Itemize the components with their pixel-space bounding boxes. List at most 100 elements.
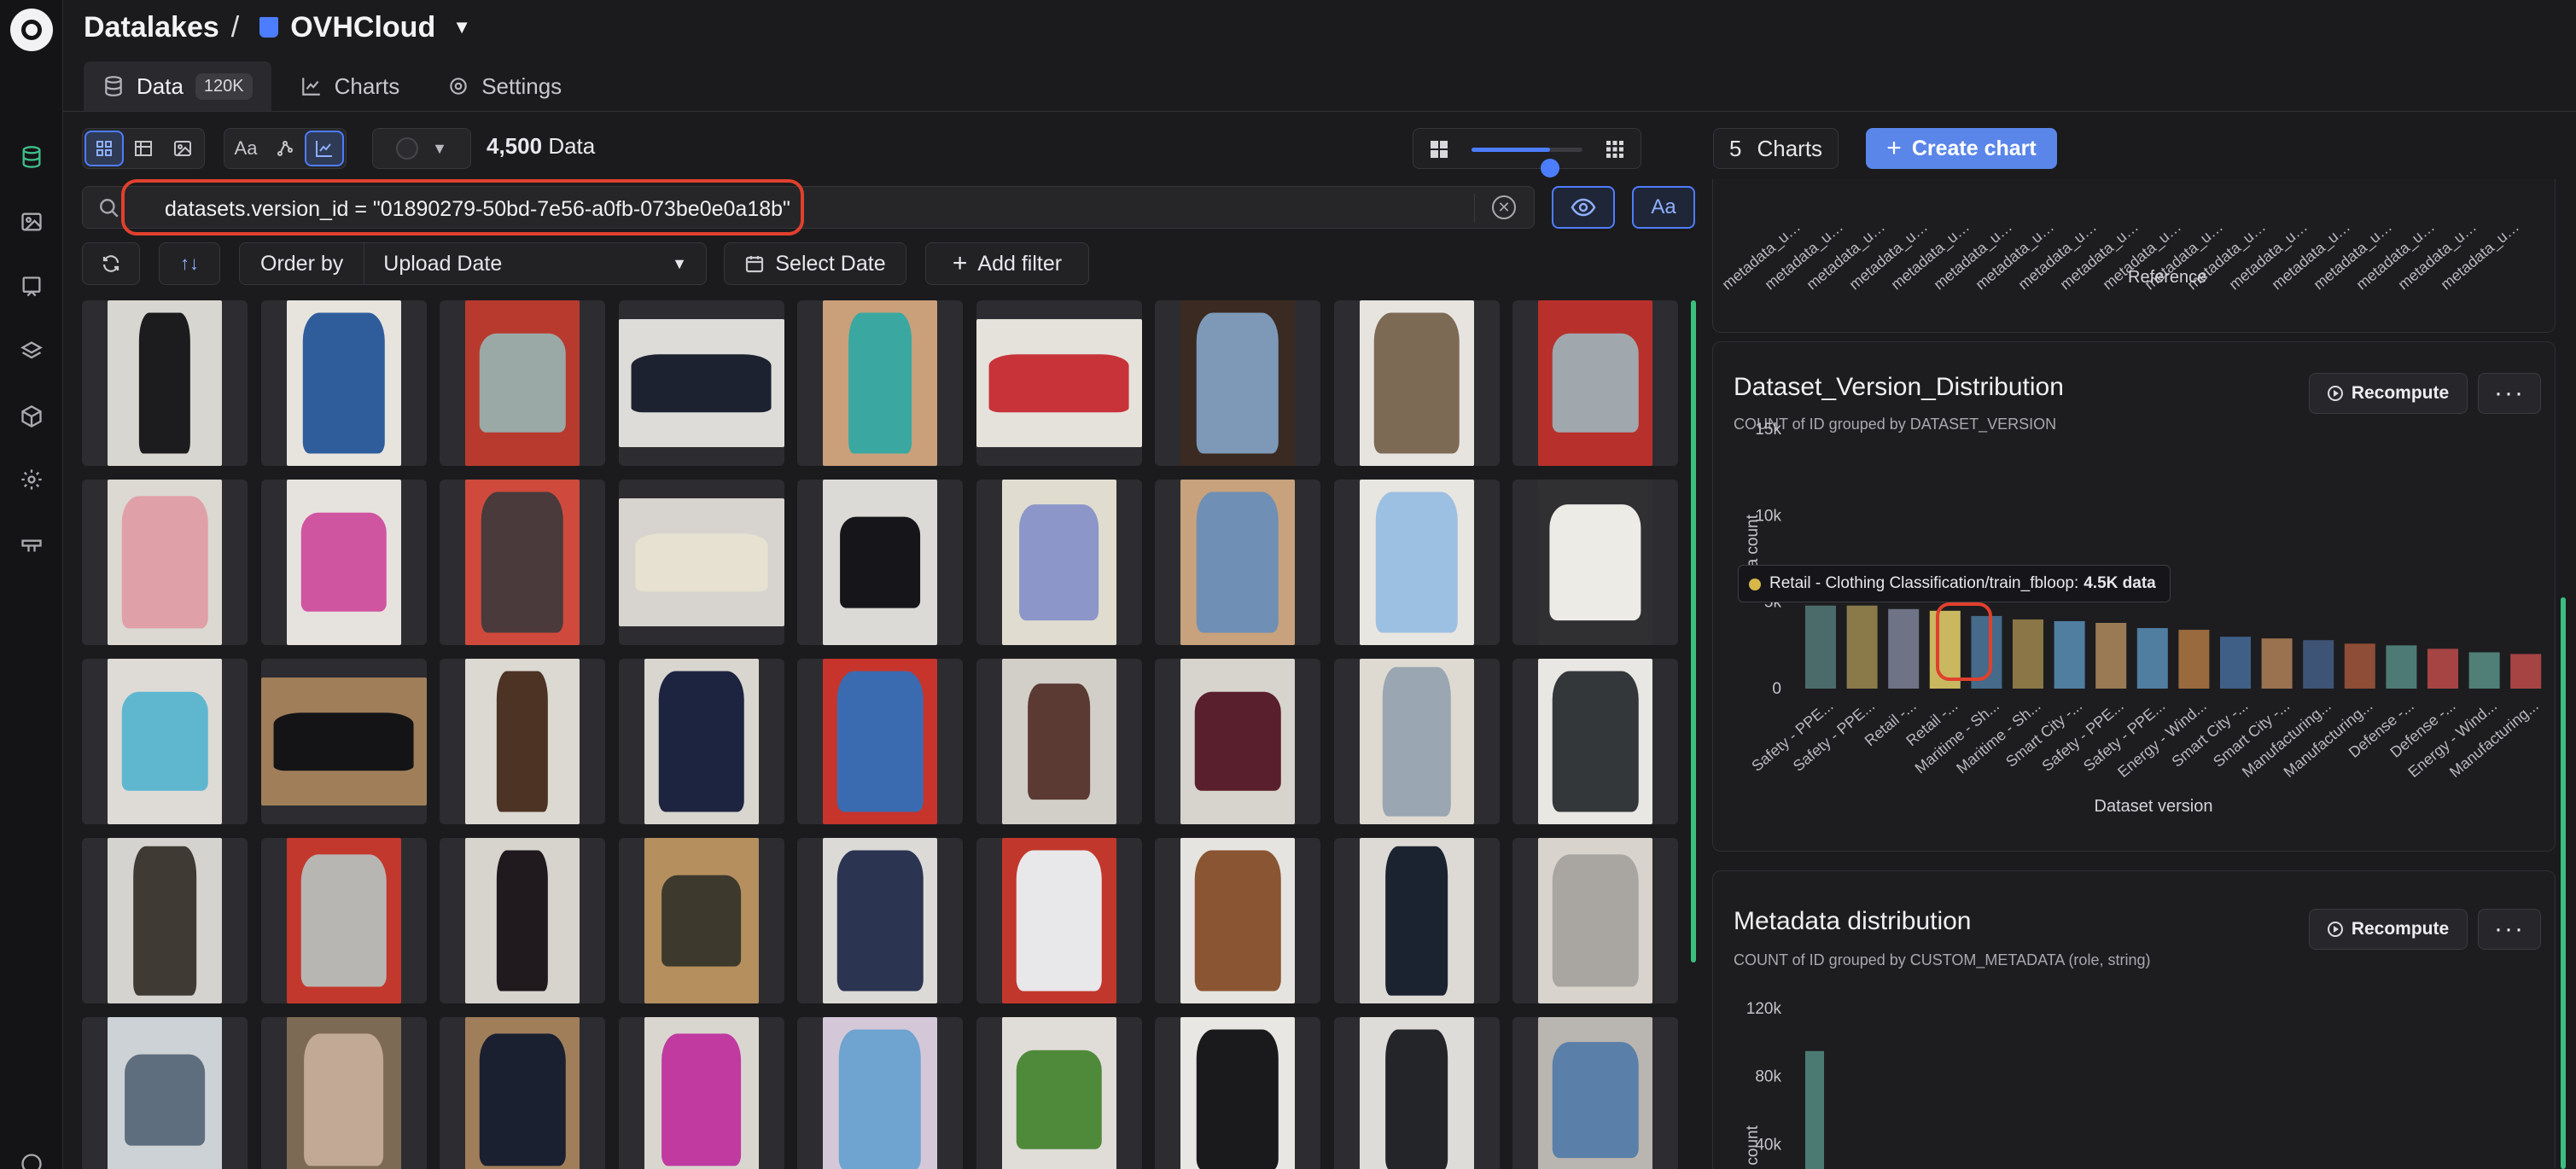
gallery-thumbnail[interactable] bbox=[1512, 1017, 1678, 1169]
gallery-thumbnail[interactable] bbox=[440, 659, 605, 824]
gallery-thumbnail[interactable] bbox=[618, 300, 784, 466]
gallery-thumbnail[interactable] bbox=[797, 480, 963, 645]
gallery-thumbnail[interactable] bbox=[1333, 838, 1500, 1003]
add-filter-button[interactable]: + Add filter bbox=[925, 242, 1089, 285]
help-icon[interactable] bbox=[20, 1152, 44, 1169]
gallery-thumbnail[interactable] bbox=[1155, 1017, 1320, 1169]
create-chart-button[interactable]: + Create chart bbox=[1866, 128, 2057, 169]
tab-charts[interactable]: Charts bbox=[282, 61, 419, 111]
gallery-thumbnail[interactable] bbox=[976, 1017, 1142, 1169]
app-logo[interactable] bbox=[10, 9, 53, 51]
charts-count[interactable]: 5 Charts bbox=[1713, 128, 1839, 169]
chevron-down-icon[interactable]: ▼ bbox=[452, 16, 471, 38]
breadcrumb-current[interactable]: OVHCloud bbox=[290, 11, 435, 44]
gallery-scrollbar[interactable] bbox=[1691, 300, 1696, 963]
gallery-thumbnail[interactable] bbox=[1512, 300, 1678, 466]
model-icon[interactable] bbox=[20, 404, 44, 428]
gallery-thumbnail[interactable] bbox=[618, 480, 784, 645]
clothing-photo bbox=[465, 1017, 580, 1169]
order-by-select[interactable]: Order by Upload Date ▼ bbox=[239, 242, 707, 285]
gallery-thumbnail[interactable] bbox=[260, 480, 427, 645]
gallery-thumbnail[interactable] bbox=[797, 659, 963, 824]
x-axis-label: Dataset version bbox=[2095, 797, 2213, 816]
gallery-thumbnail[interactable] bbox=[1512, 480, 1678, 645]
breadcrumb-root[interactable]: Datalakes bbox=[84, 11, 219, 44]
gallery-thumbnail[interactable] bbox=[260, 659, 427, 824]
gallery-thumbnail[interactable] bbox=[440, 1017, 605, 1169]
settings-icon[interactable] bbox=[20, 468, 44, 491]
gallery-thumbnail[interactable] bbox=[1155, 480, 1320, 645]
gallery-thumbnail[interactable] bbox=[1512, 659, 1678, 824]
gallery-thumbnail[interactable] bbox=[260, 300, 427, 466]
gallery-thumbnail[interactable] bbox=[1333, 300, 1500, 466]
tab-settings[interactable]: Settings bbox=[428, 61, 580, 111]
gallery-thumbnail[interactable] bbox=[1512, 838, 1678, 1003]
visibility-toggle-button[interactable] bbox=[1552, 186, 1615, 229]
chart-toggle-button[interactable] bbox=[305, 131, 344, 166]
reference-chart-card: metadata_u… metadata_u… metadata_u… metadat… bbox=[1712, 179, 2556, 333]
case-sensitive-button[interactable]: Aa bbox=[1632, 186, 1695, 229]
gallery-thumbnail[interactable] bbox=[797, 838, 963, 1003]
image-view-button[interactable] bbox=[165, 132, 201, 165]
text-toggle-button[interactable]: Aa bbox=[228, 132, 264, 165]
gallery-thumbnail[interactable] bbox=[1333, 1017, 1500, 1169]
plus-icon: + bbox=[952, 249, 968, 277]
gallery-thumbnail[interactable] bbox=[976, 659, 1142, 824]
gallery-thumbnail[interactable] bbox=[1155, 300, 1320, 466]
gallery-thumbnail[interactable] bbox=[440, 838, 605, 1003]
datalake-icon[interactable] bbox=[20, 145, 44, 169]
gallery-thumbnail[interactable] bbox=[976, 300, 1142, 466]
gallery-thumbnail[interactable] bbox=[797, 300, 963, 466]
gallery-thumbnail[interactable] bbox=[82, 480, 248, 645]
clothing-photo bbox=[1359, 838, 1474, 1003]
clothing-photo bbox=[286, 480, 401, 645]
tab-settings-label: Settings bbox=[481, 73, 562, 99]
bar-15 bbox=[2427, 648, 2458, 689]
gallery-thumbnail[interactable] bbox=[1333, 480, 1500, 645]
gallery-thumbnail[interactable] bbox=[260, 1017, 427, 1169]
gallery-thumbnail[interactable] bbox=[82, 838, 248, 1003]
gallery-thumbnail[interactable] bbox=[1155, 659, 1320, 824]
gallery-thumbnail[interactable] bbox=[1333, 659, 1500, 824]
gallery-thumbnail[interactable] bbox=[797, 1017, 963, 1169]
deploy-icon[interactable] bbox=[20, 531, 44, 555]
garment-shape bbox=[496, 671, 549, 812]
thumbnail-size-slider[interactable] bbox=[1413, 128, 1641, 177]
select-date-label: Select Date bbox=[775, 251, 886, 276]
slider-track[interactable] bbox=[1472, 148, 1582, 177]
tab-data[interactable]: Data 120K bbox=[84, 61, 271, 111]
gallery-thumbnail[interactable] bbox=[260, 838, 427, 1003]
charts-scrollbar[interactable] bbox=[2561, 597, 2566, 1169]
gallery-thumbnail[interactable] bbox=[82, 659, 248, 824]
grid-view-button[interactable] bbox=[85, 131, 124, 166]
graph-toggle-button[interactable] bbox=[267, 132, 303, 165]
sort-direction-button[interactable]: ↑↓ bbox=[159, 242, 220, 285]
image-icon[interactable] bbox=[20, 210, 44, 234]
table-view-button[interactable] bbox=[125, 132, 161, 165]
clothing-photo bbox=[1359, 659, 1474, 824]
slider-handle[interactable] bbox=[1541, 159, 1560, 177]
select-date-button[interactable]: Select Date bbox=[724, 242, 906, 285]
gallery-thumbnail[interactable] bbox=[618, 659, 784, 824]
small-grid-icon[interactable] bbox=[1605, 139, 1625, 160]
gallery-thumbnail[interactable] bbox=[1155, 838, 1320, 1003]
refresh-button[interactable] bbox=[82, 242, 140, 285]
annotation-icon[interactable] bbox=[20, 275, 44, 299]
bar-11 bbox=[2261, 638, 2293, 689]
clear-search-icon[interactable]: ✕ bbox=[1492, 195, 1516, 219]
gallery-thumbnail[interactable] bbox=[82, 300, 248, 466]
garment-shape bbox=[661, 1033, 742, 1166]
color-select[interactable]: ▼ bbox=[372, 128, 471, 169]
large-grid-icon[interactable] bbox=[1429, 139, 1449, 160]
gallery-thumbnail[interactable] bbox=[618, 838, 784, 1003]
garment-shape bbox=[848, 312, 912, 454]
layers-icon[interactable] bbox=[20, 340, 44, 363]
gallery-thumbnail[interactable] bbox=[440, 300, 605, 466]
gallery-thumbnail[interactable] bbox=[82, 1017, 248, 1169]
clothing-photo bbox=[1001, 838, 1116, 1003]
gallery-thumbnail[interactable] bbox=[440, 480, 605, 645]
bar-2 bbox=[1888, 608, 1920, 689]
gallery-thumbnail[interactable] bbox=[976, 838, 1142, 1003]
gallery-thumbnail[interactable] bbox=[618, 1017, 784, 1169]
gallery-thumbnail[interactable] bbox=[976, 480, 1142, 645]
